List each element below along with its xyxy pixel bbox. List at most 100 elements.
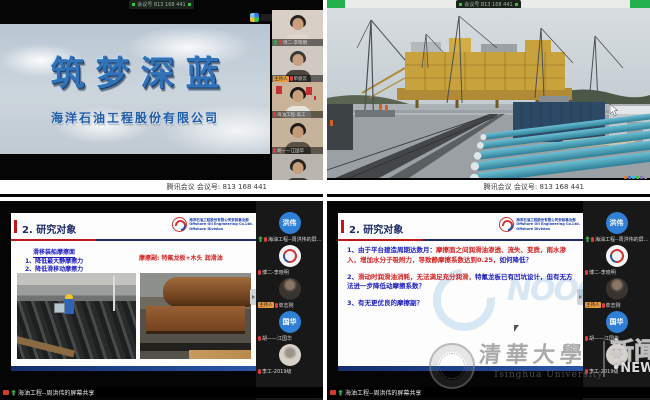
participant-row[interactable]: 博二-李晓明 [256,244,323,277]
slide-questions: 1、由于平台建造周期达数月：摩擦面之间润滑油渗透、流失、变质，雨水渗入，增加水分… [347,246,576,316]
participant-row[interactable]: 李工-2019级 [256,343,323,376]
meeting-topbar: 会议号 813 168 441 [327,0,650,8]
participant-name-label: 博二-李晓明 [585,268,649,276]
mic-muted-icon [258,369,261,374]
participant-video-strip: 博二-李晓明 主持人 单丽云 海油工程-高工 [272,10,323,190]
shipyard-photo [327,8,650,178]
participant-row[interactable]: 主持人 单志刚 [256,277,323,310]
participant-name-label: 胡——江国华 [585,334,649,342]
meeting-bottom-bar: 腾讯会议 会议号: 813 168 441 [327,180,650,194]
bullet-heading: 滑移装船摩擦面 [33,249,75,258]
green-dot-icon [459,3,462,6]
avatar [606,278,628,300]
mic-muted-icon [290,76,293,81]
company-logo-block: 海洋石油工程股份有限公司安装事业部 Offshore Oil Engineeri… [172,217,253,232]
participant-video[interactable]: 主持人 单丽云 [272,46,323,82]
participant-name-label: 博二-李晓明 [272,39,323,46]
mic-muted-icon [591,237,594,242]
screen-icon [330,390,336,395]
mic-muted-icon [602,303,605,308]
photo-worker-on-skid-track [17,273,136,359]
shared-slide: 2. 研究对象 海洋石油工程股份有限公司安装事业部 Offshore Oil E… [11,213,256,371]
participant-name-label: 海油工程-高工 [272,111,323,118]
screen-share-icon [338,390,343,396]
screen-share-text: 海油工程--周洪伟的屏幕共享 [18,388,94,397]
mic-muted-icon [273,112,276,117]
host-badge: 主持人 [273,76,289,82]
participant-row[interactable]: 洪伟 海油工程--周洪伟的屏… [583,211,650,244]
participant-panel: 洪伟 海油工程--周洪伟的屏… 博二-李晓明 主持人 [583,201,650,400]
avatar: 洪伟 [279,212,301,234]
participant-name-label: 博二-李晓明 [258,268,322,276]
host-badge: 主持人 [258,302,274,308]
screen-share-icon [585,236,590,242]
avatar: 洪伟 [606,212,628,234]
screen-icon [3,390,9,395]
slide-title: 2. 研究对象 [22,221,76,236]
recording-indicator-bar [327,0,345,8]
meeting-id-text: 会议号 813 168 441 [137,1,185,8]
meeting-topbar: 会议号 813 168 441 [0,0,323,9]
shared-slide: 2. 研究对象 海洋石油工程股份有限公司安装事业部 Offshore Oil E… [338,213,583,371]
participant-row[interactable]: 国华 胡——江国华 [256,310,323,343]
company-logo-block: 海洋石油工程股份有限公司安装事业部 Offshore Oil Engineeri… [499,217,580,232]
avatar: 国华 [606,311,628,333]
participant-row[interactable]: 主持人 单志刚 [583,277,650,310]
participant-row[interactable]: 洪伟 海油工程--周洪伟的屏… [256,211,323,244]
friction-pair-note: 摩擦副: 特氟龙板+木头 润滑油 [139,253,223,262]
taskbar-tray-icons[interactable] [624,176,647,179]
screen-share-text: 海油工程--周洪伟的屏幕共享 [345,388,421,397]
avatar [606,245,628,267]
mic-muted-icon [585,270,588,275]
recording-indicator-bar [630,0,650,8]
mic-muted-icon [585,336,588,341]
participant-name-label: 李工-2019级 [258,367,322,375]
screen-share-status-bar: 海油工程--周洪伟的屏幕共享 [0,387,323,398]
participant-row[interactable]: 国华 胡——江国华 [583,310,650,343]
mic-muted-icon [273,148,276,153]
screenshot-collage: 会议号 813 168 441 筑梦深蓝 海洋石油工程股份有限公司 博二-李晓明 [0,0,650,400]
tencent-meeting-logo-icon [250,13,259,22]
participant-name-label: 胡——江国华 [272,147,323,154]
photo-skid-shoe [140,273,251,359]
participant-video[interactable]: 博二-李晓明 [272,10,323,46]
participant-name-label: 胡——江国华 [258,334,322,342]
green-dot-icon [132,3,135,6]
participant-row[interactable]: 博二-李晓明 [583,244,650,277]
header-divider [338,239,583,241]
avatar: 国华 [279,311,301,333]
green-dot-icon [188,3,191,6]
meeting-window-bottom-right: 2. 研究对象 海洋石油工程股份有限公司安装事业部 Offshore Oil E… [327,201,650,400]
slide-title: 2. 研究对象 [349,221,403,236]
mic-muted-icon [264,237,267,242]
title-accent-bar [341,220,344,233]
slide-footer-bar [11,366,256,371]
mic-muted-icon [258,270,261,275]
participant-name-label: 海油工程--周洪伟的屏… [258,235,322,243]
meeting-id-footer: 腾讯会议 会议号: 813 168 441 [484,182,584,192]
company-logo-icon [499,217,514,232]
screen-share-status-bar: 海油工程--周洪伟的屏幕共享 [327,387,650,398]
participant-video[interactable]: 海油工程-高工 [272,82,323,118]
participant-name-label: 李工-2019级 [585,367,649,375]
mic-muted-icon [258,336,261,341]
participant-panel: 洪伟 海油工程--周洪伟的屏… 博二-李晓明 主持人 [256,201,323,400]
mic-muted-icon [279,40,282,45]
bullet-item: 1、降低最大静摩擦力 [25,258,83,266]
flags-decoration [276,86,282,94]
participant-name-label: 主持人 单志刚 [585,301,649,309]
green-dot-icon [515,3,518,6]
participant-video[interactable]: 胡——江国华 [272,118,323,154]
mic-muted-icon [585,369,588,374]
participant-row[interactable]: 李工-2019级 [583,343,650,376]
meeting-window-top-left: 会议号 813 168 441 筑梦深蓝 海洋石油工程股份有限公司 博二-李晓明 [0,0,323,197]
host-badge: 主持人 [585,302,601,308]
meeting-id-pill[interactable]: 会议号 813 168 441 [129,0,193,9]
meeting-id-footer: 腾讯会议 会议号: 813 168 441 [167,182,267,192]
meeting-bottom-bar: 腾讯会议 会议号: 813 168 441 [0,180,323,194]
video-subtitle-company: 海洋石油工程股份有限公司 [0,109,270,126]
meeting-window-top-right: 会议号 813 168 441 [327,0,650,197]
meeting-window-bottom-left: 2. 研究对象 海洋石油工程股份有限公司安装事业部 Offshore Oil E… [0,201,323,400]
worker-figure [60,294,76,318]
company-logo-icon [172,217,187,232]
